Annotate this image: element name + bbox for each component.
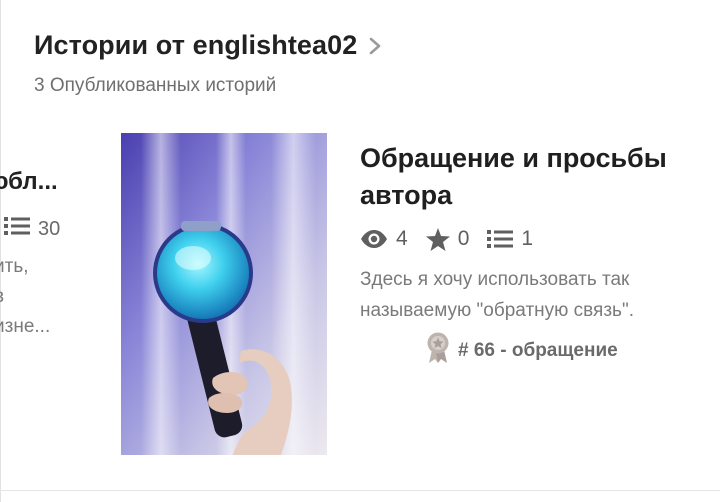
profile-stories-section: Истории от englishtea02 3 Опубликованных…: [0, 0, 720, 502]
story-card[interactable]: Обращение и просьбы автора 4 0 1 Здесь я…: [360, 140, 720, 369]
story-title-line[interactable]: Обращение и просьбы: [360, 140, 720, 177]
prev-list-count: 30: [38, 217, 61, 240]
story-description: Здесь я хочу использовать так называемую…: [360, 264, 720, 326]
stars-stat: 0: [425, 227, 470, 251]
story-desc-line: Здесь я хочу использовать так: [360, 269, 630, 290]
eye-icon: [360, 229, 388, 249]
prev-story-stats: 30: [4, 216, 100, 242]
story-cover-image[interactable]: [121, 133, 327, 455]
prev-story-title[interactable]: юбл...: [0, 168, 100, 196]
story-stats: 4 0 1: [360, 227, 720, 251]
star-icon: [425, 227, 450, 251]
section-divider: [0, 490, 720, 491]
list-icon: [487, 229, 514, 249]
badge-ribbon-icon: [426, 332, 450, 369]
list-icon: [4, 216, 30, 242]
header-subtitle: 3 Опубликованных историй: [34, 75, 277, 96]
story-desc-line: называемую "обратную связь".: [360, 300, 634, 321]
views-stat: 4: [360, 227, 408, 251]
story-rank[interactable]: # 66 - обращение: [426, 332, 720, 369]
views-count: 4: [396, 227, 408, 250]
prev-desc-line: в: [0, 282, 100, 312]
parts-stat: 1: [487, 227, 533, 251]
story-title[interactable]: Обращение и просьбы автора: [360, 140, 720, 214]
story-card-previous[interactable]: юбл... 30 ить, в изне...: [0, 168, 100, 342]
prev-story-description: ить, в изне...: [0, 252, 100, 342]
story-title-line[interactable]: автора: [360, 177, 720, 214]
stars-count: 0: [457, 227, 470, 250]
prev-desc-line: ить,: [0, 256, 29, 277]
header-title-row[interactable]: Истории от englishtea02: [34, 30, 383, 61]
stories-header[interactable]: Истории от englishtea02 3 Опубликованных…: [34, 30, 383, 97]
prev-desc-line: изне...: [0, 316, 51, 337]
header-title[interactable]: Истории от englishtea02: [34, 30, 357, 61]
chevron-right-icon[interactable]: [367, 36, 383, 56]
parts-count: 1: [521, 227, 534, 250]
rank-label[interactable]: # 66 - обращение: [458, 340, 618, 362]
